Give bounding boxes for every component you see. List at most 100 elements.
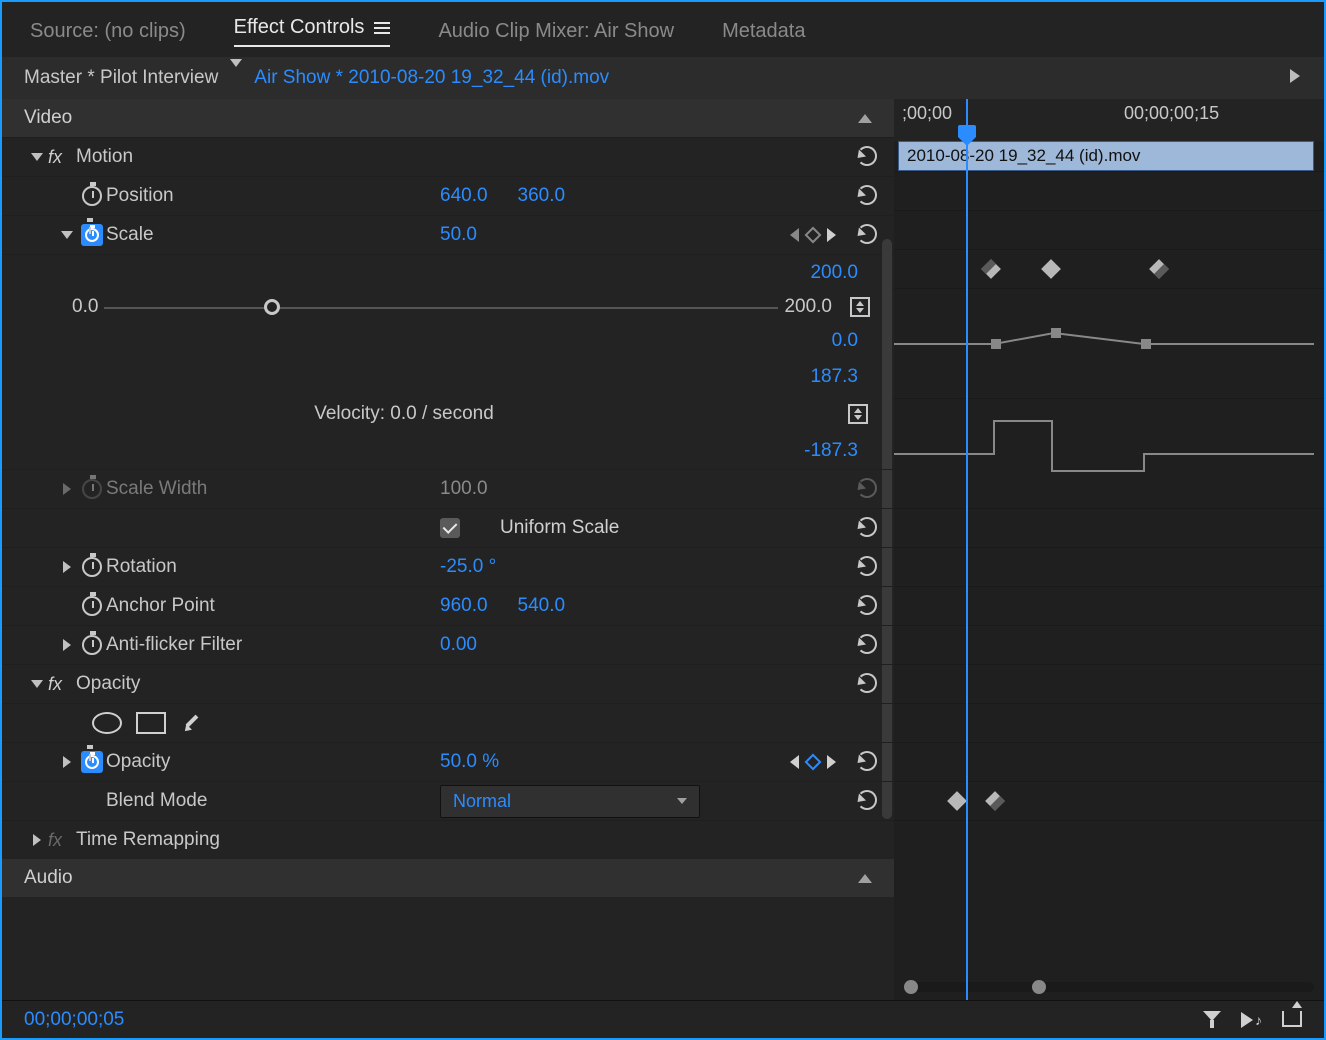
anchor-label: Anchor Point — [106, 595, 215, 617]
slider-handle[interactable] — [264, 299, 280, 315]
twisty-icon[interactable] — [26, 153, 48, 161]
opacity-value[interactable]: 50.0 % — [440, 751, 499, 773]
effect-opacity[interactable]: fx Opacity — [2, 664, 894, 703]
blend-mode-select[interactable]: Normal — [440, 785, 700, 818]
master-clip-label[interactable]: Master * Pilot Interview — [24, 67, 218, 89]
uniform-scale-label: Uniform Scale — [500, 517, 619, 539]
expand-icon[interactable] — [848, 404, 868, 424]
velocity-max-value: 187.3 — [810, 366, 858, 388]
scale-keyframe-track[interactable] — [894, 249, 1324, 288]
rotation-value[interactable]: -25.0 ° — [440, 556, 496, 578]
scale-slider[interactable]: 0.0 200.0 — [72, 291, 870, 323]
antiflicker-label: Anti-flicker Filter — [106, 634, 242, 656]
clip-breadcrumb: Master * Pilot Interview Air Show * 2010… — [2, 57, 1324, 99]
reset-button[interactable] — [856, 594, 876, 618]
reset-button[interactable] — [856, 672, 876, 696]
scale-label: Scale — [106, 224, 154, 246]
stopwatch-icon[interactable] — [78, 557, 106, 577]
audio-section-header[interactable]: Audio — [2, 859, 894, 897]
twisty-icon[interactable] — [56, 756, 78, 768]
stopwatch-icon[interactable] — [78, 596, 106, 616]
reset-button[interactable] — [856, 145, 876, 169]
tab-audio-mixer[interactable]: Audio Clip Mixer: Air Show — [438, 20, 674, 43]
scale-max-value: 200.0 — [810, 262, 858, 284]
zoom-handle-right[interactable] — [1032, 980, 1046, 994]
stopwatch-icon[interactable] — [78, 635, 106, 655]
stopwatch-icon[interactable] — [78, 224, 106, 246]
opacity-mask-tools — [2, 703, 894, 742]
reset-button[interactable] — [856, 789, 876, 813]
property-position: Position 640.0 360.0 — [2, 176, 894, 215]
effect-time-remapping[interactable]: fx Time Remapping — [2, 820, 894, 859]
stopwatch-icon[interactable] — [78, 751, 106, 773]
velocity-label: Velocity: 0.0 / second — [314, 403, 494, 425]
panel-footer: 00;00;00;05 ♪ — [2, 1000, 1324, 1038]
playhead[interactable] — [966, 99, 968, 1000]
play-icon[interactable] — [1290, 67, 1300, 89]
fx-icon[interactable]: fx — [48, 147, 76, 168]
next-keyframe-icon[interactable] — [827, 228, 836, 242]
collapse-up-icon[interactable] — [858, 107, 872, 129]
pen-mask-icon[interactable] — [180, 712, 202, 734]
expand-icon[interactable] — [850, 297, 870, 317]
reset-button[interactable] — [856, 750, 876, 774]
twisty-icon[interactable] — [56, 231, 78, 239]
export-icon[interactable] — [1282, 1011, 1302, 1027]
fx-icon[interactable]: fx — [48, 674, 76, 695]
chevron-down-icon[interactable] — [230, 67, 242, 89]
zoom-handle-left[interactable] — [904, 980, 918, 994]
blend-mode-value: Normal — [453, 791, 511, 812]
time-remapping-label: Time Remapping — [76, 829, 220, 851]
prev-keyframe-icon[interactable] — [790, 755, 799, 769]
reset-button[interactable] — [856, 633, 876, 657]
keyframe-nav[interactable] — [790, 228, 836, 242]
panel-menu-icon[interactable] — [374, 22, 390, 34]
tab-metadata[interactable]: Metadata — [722, 20, 805, 43]
fx-icon[interactable]: fx — [48, 830, 76, 851]
uniform-scale-checkbox[interactable] — [440, 518, 460, 538]
sequence-clip-label[interactable]: Air Show * 2010-08-20 19_32_44 (id).mov — [254, 67, 609, 89]
prev-keyframe-icon[interactable] — [790, 228, 799, 242]
slider-min-label: 0.0 — [72, 296, 104, 318]
effect-timeline[interactable]: ;00;00 00;00;00;15 2010-08-20 19_32_44 (… — [894, 99, 1324, 1000]
twisty-icon[interactable] — [56, 639, 78, 651]
anchor-x-value[interactable]: 960.0 — [440, 595, 488, 617]
effects-list: Video fx Motion Position 640.0 360.0 — [2, 99, 894, 1000]
play-audio-icon[interactable]: ♪ — [1241, 1011, 1262, 1029]
effect-motion[interactable]: fx Motion — [2, 137, 894, 176]
keyframe-marker[interactable] — [1041, 259, 1061, 279]
ellipse-mask-icon[interactable] — [92, 712, 122, 734]
property-uniform-scale: Uniform Scale — [2, 508, 894, 547]
rect-mask-icon[interactable] — [136, 712, 166, 734]
position-x-value[interactable]: 640.0 — [440, 185, 488, 207]
twisty-icon[interactable] — [26, 834, 48, 846]
antiflicker-value[interactable]: 0.00 — [440, 634, 477, 656]
stopwatch-icon[interactable] — [78, 186, 106, 206]
scale-value[interactable]: 50.0 — [440, 224, 477, 246]
filter-icon[interactable] — [1203, 1011, 1221, 1029]
reset-button[interactable] — [856, 184, 876, 208]
slider-max-label: 200.0 — [778, 296, 832, 318]
video-section-header[interactable]: Video — [2, 99, 894, 137]
collapse-up-icon[interactable] — [858, 867, 872, 889]
audio-section-label: Audio — [24, 867, 73, 889]
next-keyframe-icon[interactable] — [827, 755, 836, 769]
position-y-value[interactable]: 360.0 — [518, 185, 566, 207]
reset-button[interactable] — [856, 555, 876, 579]
twisty-icon[interactable] — [56, 561, 78, 573]
property-scale: Scale 50.0 — [2, 215, 894, 254]
opacity-keyframe-track[interactable] — [894, 781, 1324, 820]
add-keyframe-icon[interactable] — [805, 227, 822, 244]
anchor-y-value[interactable]: 540.0 — [518, 595, 566, 617]
keyframe-nav[interactable] — [790, 755, 836, 769]
current-timecode[interactable]: 00;00;00;05 — [24, 1009, 124, 1031]
timecode-label: ;00;00 — [902, 103, 952, 124]
reset-button[interactable] — [856, 516, 876, 540]
keyframe-marker[interactable] — [947, 791, 967, 811]
property-anchor-point: Anchor Point 960.0 540.0 — [2, 586, 894, 625]
reset-button[interactable] — [856, 223, 876, 247]
tab-effect-controls[interactable]: Effect Controls — [234, 16, 391, 47]
tab-source[interactable]: Source: (no clips) — [30, 20, 186, 43]
twisty-icon[interactable] — [26, 680, 48, 688]
add-keyframe-icon[interactable] — [805, 754, 822, 771]
